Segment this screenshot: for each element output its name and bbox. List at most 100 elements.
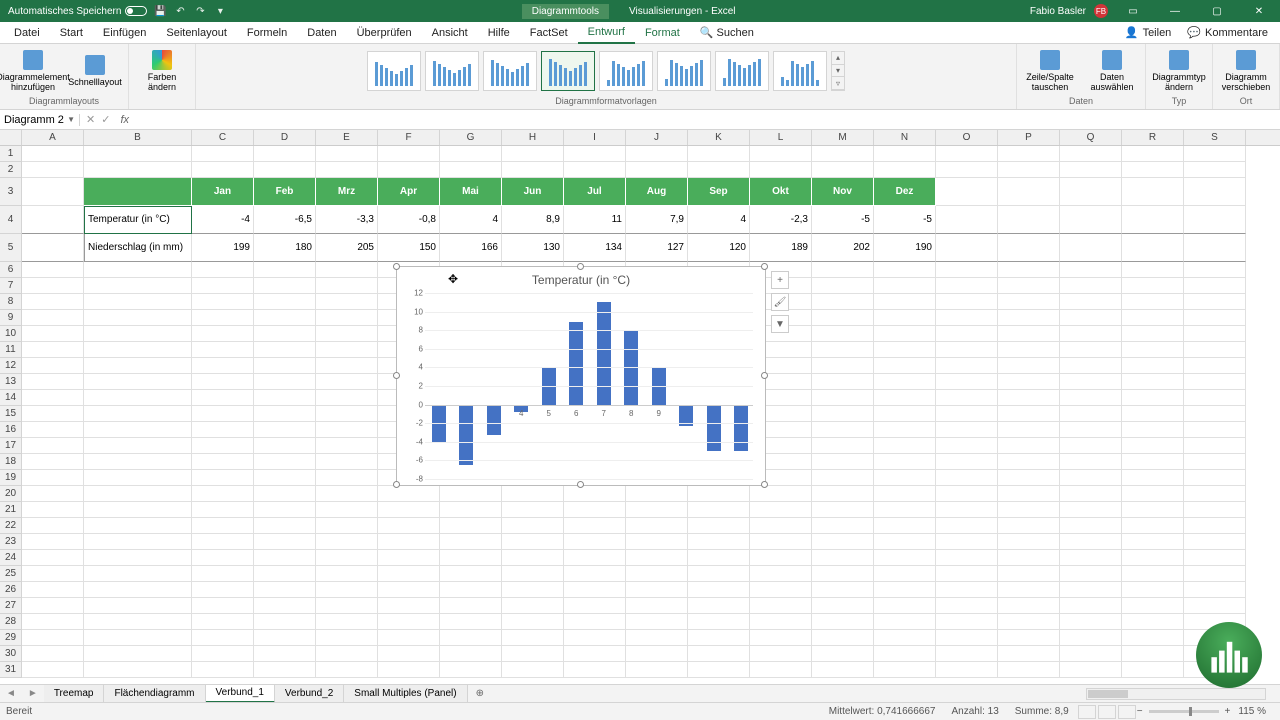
cell[interactable] [316, 646, 378, 662]
cell[interactable] [1060, 646, 1122, 662]
cell[interactable] [440, 486, 502, 502]
cell[interactable] [502, 518, 564, 534]
cell[interactable] [192, 518, 254, 534]
cell[interactable] [1122, 206, 1184, 234]
cell[interactable]: 127 [626, 234, 688, 262]
ribbon-tab-entwurf[interactable]: Entwurf [578, 22, 635, 44]
zoom-level[interactable]: 115 % [1230, 706, 1274, 717]
cell[interactable] [378, 582, 440, 598]
cell[interactable] [874, 162, 936, 178]
cell[interactable] [502, 534, 564, 550]
cell[interactable] [502, 502, 564, 518]
cell[interactable] [750, 614, 812, 630]
cell[interactable] [626, 534, 688, 550]
cell[interactable] [812, 566, 874, 582]
cell[interactable] [1184, 358, 1246, 374]
search-button[interactable]: 🔍 Suchen [690, 22, 764, 44]
cell[interactable] [1184, 294, 1246, 310]
cell[interactable] [22, 294, 84, 310]
cell[interactable]: 180 [254, 234, 316, 262]
cell[interactable]: -4 [192, 206, 254, 234]
cell[interactable] [22, 234, 84, 262]
cell[interactable] [378, 550, 440, 566]
cell[interactable] [192, 662, 254, 678]
cell[interactable] [874, 422, 936, 438]
cell[interactable] [22, 598, 84, 614]
cell[interactable] [1122, 566, 1184, 582]
cell[interactable]: Nov [812, 178, 874, 206]
column-header[interactable]: K [688, 130, 750, 145]
cell[interactable] [1122, 358, 1184, 374]
cell[interactable] [502, 550, 564, 566]
enter-formula-icon[interactable]: ✓ [101, 113, 110, 126]
cell[interactable] [998, 454, 1060, 470]
cell[interactable] [22, 534, 84, 550]
cell[interactable] [812, 502, 874, 518]
cell[interactable] [1184, 342, 1246, 358]
cell[interactable] [874, 550, 936, 566]
cell[interactable] [626, 598, 688, 614]
cell[interactable] [22, 326, 84, 342]
cell[interactable] [22, 502, 84, 518]
ribbon-tab-hilfe[interactable]: Hilfe [478, 22, 520, 44]
normal-view-button[interactable] [1078, 705, 1096, 719]
cell[interactable] [1122, 646, 1184, 662]
cell[interactable] [688, 630, 750, 646]
row-header[interactable]: 3 [0, 178, 22, 206]
row-header[interactable]: 15 [0, 406, 22, 422]
fx-icon[interactable]: fx [116, 114, 133, 126]
cell[interactable] [626, 614, 688, 630]
ribbon-tab-start[interactable]: Start [50, 22, 93, 44]
cell[interactable] [316, 422, 378, 438]
cell[interactable]: -0,8 [378, 206, 440, 234]
cell[interactable] [874, 310, 936, 326]
cell[interactable] [254, 614, 316, 630]
cell[interactable] [750, 582, 812, 598]
cell[interactable] [626, 630, 688, 646]
row-header[interactable]: 7 [0, 278, 22, 294]
cell[interactable] [750, 550, 812, 566]
cell[interactable]: -5 [874, 206, 936, 234]
cell[interactable] [936, 178, 998, 206]
cell[interactable] [378, 146, 440, 162]
cell[interactable] [192, 422, 254, 438]
cell[interactable] [1122, 438, 1184, 454]
chart-style-thumb[interactable] [367, 51, 421, 91]
cell[interactable] [22, 566, 84, 582]
cell[interactable] [192, 310, 254, 326]
cell[interactable] [812, 278, 874, 294]
sheet-tab[interactable]: Verbund_2 [275, 685, 344, 703]
chart-resize-handle[interactable] [393, 481, 400, 488]
cell[interactable] [1060, 310, 1122, 326]
chart-resize-handle[interactable] [393, 263, 400, 270]
cell[interactable] [998, 646, 1060, 662]
cell[interactable] [812, 422, 874, 438]
cell[interactable] [812, 614, 874, 630]
cell[interactable] [936, 262, 998, 278]
cell[interactable] [998, 614, 1060, 630]
column-header[interactable]: A [22, 130, 84, 145]
cell[interactable] [192, 374, 254, 390]
row-header[interactable]: 1 [0, 146, 22, 162]
row-header[interactable]: 8 [0, 294, 22, 310]
cell[interactable] [440, 662, 502, 678]
cell[interactable] [1184, 566, 1246, 582]
cell[interactable] [22, 390, 84, 406]
cell[interactable] [84, 630, 192, 646]
chart-style-thumb[interactable] [425, 51, 479, 91]
cell[interactable] [254, 262, 316, 278]
sheet-tab[interactable]: Treemap [44, 685, 105, 703]
cell[interactable] [812, 662, 874, 678]
cell[interactable] [1060, 518, 1122, 534]
cell[interactable] [1122, 178, 1184, 206]
cell[interactable] [1184, 146, 1246, 162]
cell[interactable] [316, 630, 378, 646]
cell[interactable] [254, 310, 316, 326]
row-headers[interactable]: 1234567891011121314151617181920212223242… [0, 146, 22, 678]
cell[interactable] [192, 646, 254, 662]
cell[interactable] [1060, 470, 1122, 486]
cell[interactable] [936, 206, 998, 234]
cell[interactable] [750, 534, 812, 550]
cell[interactable] [22, 406, 84, 422]
cell[interactable] [812, 582, 874, 598]
